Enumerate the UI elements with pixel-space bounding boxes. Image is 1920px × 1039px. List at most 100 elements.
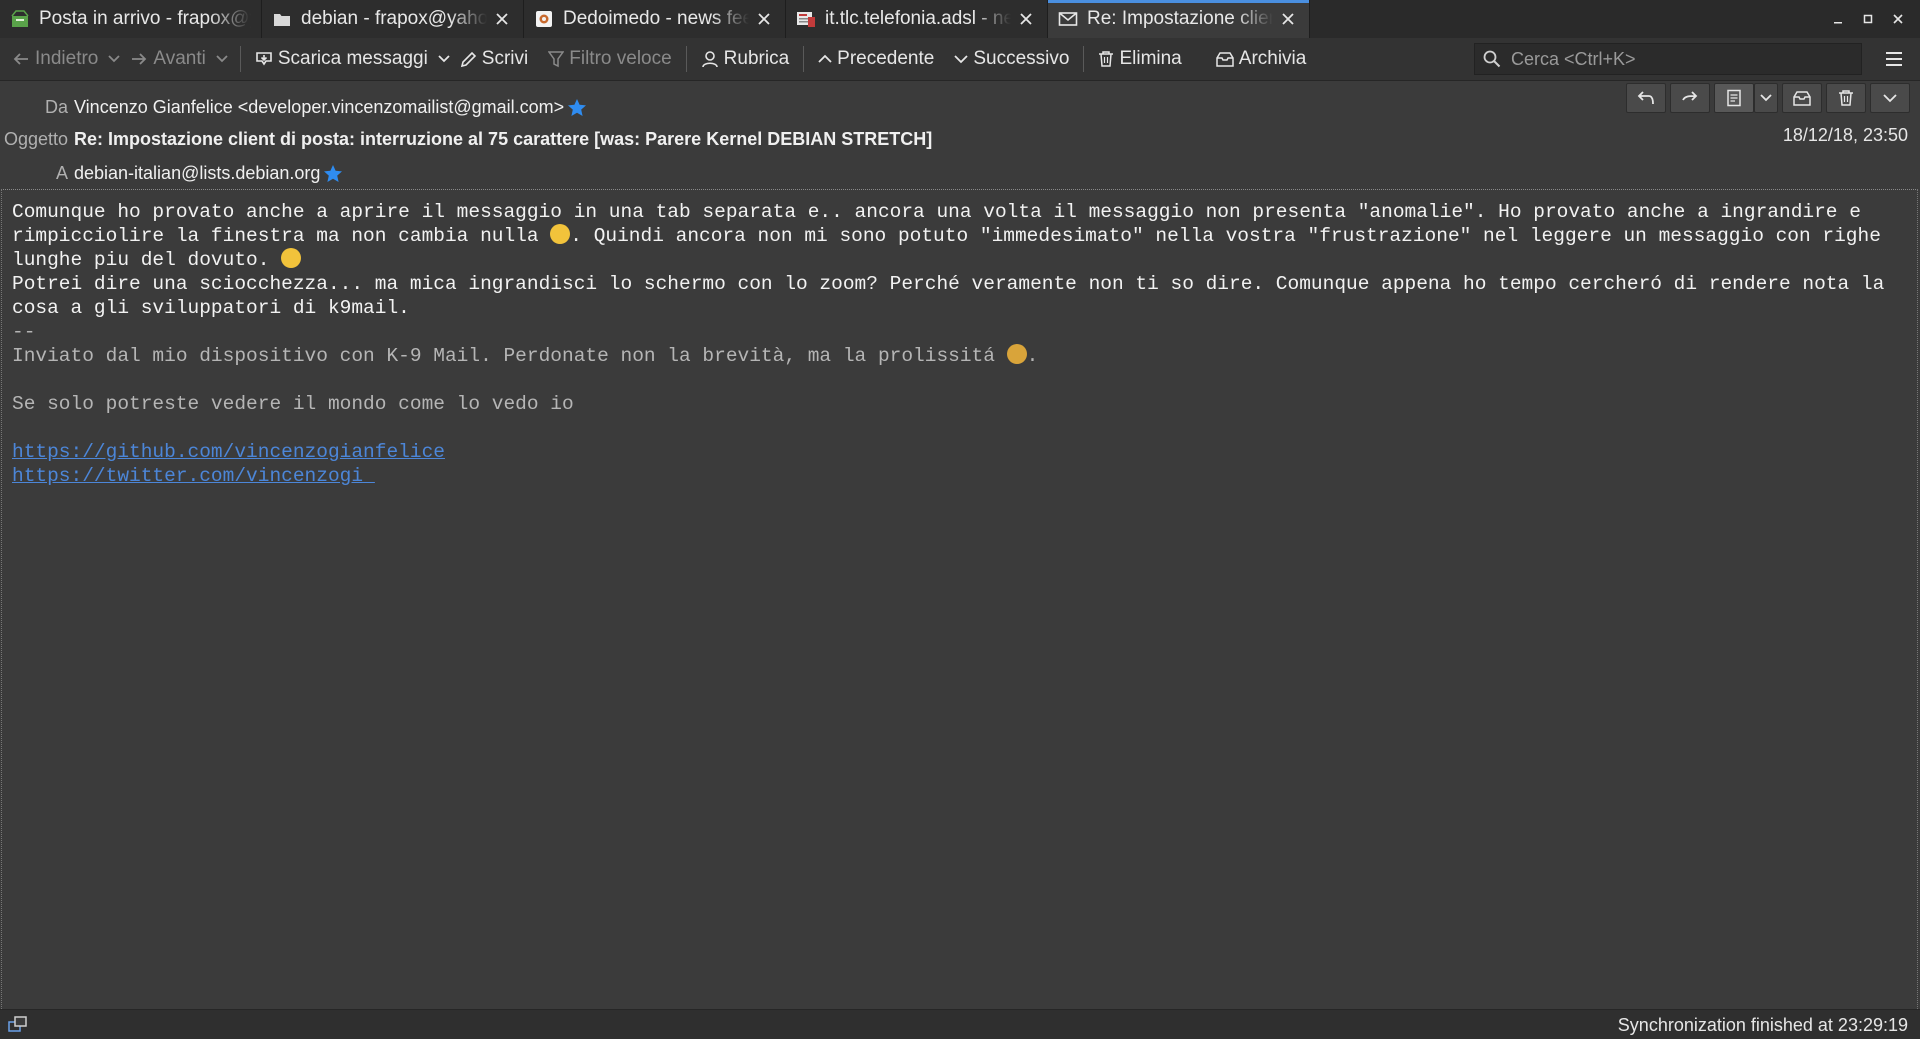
quick-filter-button[interactable]: Filtro veloce — [542, 43, 677, 75]
github-link[interactable]: https://github.com/vincenzogianfelice — [12, 441, 445, 463]
message-header: Da Vincenzo Gianfelice <developer.vincen… — [0, 81, 1920, 189]
contacts-icon — [701, 51, 718, 68]
archive-label: Archivia — [1238, 48, 1307, 69]
reply-button[interactable] — [1626, 83, 1666, 113]
maximize-icon[interactable] — [1860, 11, 1876, 27]
chevron-up-icon — [818, 54, 832, 63]
tab-inbox[interactable]: Posta in arrivo - frapox@yahoo.it — [0, 0, 262, 38]
get-messages-dropdown[interactable] — [434, 43, 454, 75]
newsgroup-icon — [796, 9, 816, 29]
status-text: Synchronization finished at 23:29:19 — [1617, 1014, 1908, 1035]
from-value[interactable]: Vincenzo Gianfelice <developer.vincenzom… — [74, 97, 564, 118]
document-icon — [1727, 89, 1741, 107]
tab-label: debian - frapox@yahoo.it — [301, 8, 487, 29]
quick-filter-label: Filtro veloce — [569, 48, 672, 69]
folder-icon — [272, 9, 292, 29]
delete-message-button[interactable] — [1826, 83, 1866, 113]
close-tab-icon[interactable] — [491, 8, 513, 30]
previous-button[interactable]: Precedente — [812, 43, 940, 75]
address-book-label: Rubrica — [723, 48, 790, 69]
to-row: A debian-italian@lists.debian.org — [0, 159, 343, 187]
archive-button[interactable]: Archivia — [1210, 43, 1313, 75]
forward-button[interactable]: Avanti — [124, 43, 211, 75]
back-label: Indietro — [35, 48, 99, 69]
close-tab-icon[interactable] — [753, 8, 775, 30]
toolbar-separator — [239, 46, 241, 72]
toolbar-separator — [803, 46, 805, 72]
trash-icon — [1839, 90, 1853, 106]
tab-label: Dedoimedo - news feed — [563, 8, 749, 29]
smiley-emoji-icon — [550, 224, 571, 244]
subject-value: Re: Impostazione client di posta: interr… — [74, 128, 933, 149]
get-messages-button[interactable]: Scarica messaggi — [249, 43, 434, 75]
archive-icon — [1793, 91, 1811, 106]
tab-bar: Posta in arrivo - frapox@yahoo.it debian… — [0, 0, 1920, 38]
to-label: A — [55, 162, 68, 183]
signature-text: . — [1026, 345, 1039, 367]
get-messages-label: Scarica messaggi — [277, 48, 428, 69]
search-icon — [1483, 50, 1501, 68]
app-menu-button[interactable] — [1880, 46, 1908, 72]
signature-quote: Se solo potreste vedere il mondo come lo… — [12, 393, 574, 415]
thinking-emoji-icon — [1006, 344, 1027, 364]
close-tab-icon[interactable] — [1277, 8, 1299, 30]
message-body[interactable]: Comunque ho provato anche a aprire il me… — [1, 189, 1918, 1009]
toolbar-separator — [1083, 46, 1085, 72]
inbox-icon — [10, 9, 30, 29]
smiley-emoji-icon — [281, 248, 302, 268]
minimize-icon[interactable] — [1830, 11, 1846, 27]
tab-label: it.tlc.telefonia.adsl - newsgroup — [825, 8, 1011, 29]
star-icon[interactable] — [323, 164, 343, 183]
signature-separator: -- — [12, 321, 36, 343]
back-button[interactable]: Indietro — [6, 43, 104, 75]
header-actions — [1626, 83, 1910, 113]
tab-debian-folder[interactable]: debian - frapox@yahoo.it — [262, 0, 524, 38]
chevron-down-icon — [954, 55, 968, 64]
subject-label: Oggetto — [3, 128, 68, 149]
tab-label: Posta in arrivo - frapox@yahoo.it — [39, 8, 251, 29]
pencil-icon — [460, 51, 476, 67]
forward-arrow-icon — [1682, 91, 1698, 101]
next-button[interactable]: Successivo — [948, 43, 1075, 75]
back-dropdown[interactable] — [104, 43, 124, 75]
reply-icon — [1637, 91, 1654, 105]
thunderbird-window: Posta in arrivo - frapox@yahoo.it debian… — [0, 0, 1920, 1039]
delete-label: Elimina — [1119, 48, 1182, 69]
forward-dropdown[interactable] — [212, 43, 232, 75]
close-window-icon[interactable] — [1890, 11, 1906, 27]
to-value[interactable]: debian-italian@lists.debian.org — [74, 163, 320, 184]
chevron-down-icon — [1760, 94, 1772, 102]
chevron-down-icon — [438, 55, 450, 63]
trash-icon — [1099, 51, 1114, 67]
search-input[interactable] — [1509, 47, 1853, 71]
chevron-down-icon — [108, 55, 121, 63]
next-label: Successivo — [973, 48, 1070, 69]
twitter-link[interactable]: https://twitter.com/vincenzogi_ — [12, 465, 375, 487]
mark-button[interactable] — [1714, 83, 1754, 113]
star-icon[interactable] — [567, 98, 587, 117]
window-controls — [1810, 0, 1920, 38]
signature-line: Inviato dal mio dispositivo con K-9 Mail… — [12, 344, 1907, 368]
forward-label: Avanti — [153, 48, 206, 69]
close-tab-icon[interactable] — [1015, 8, 1037, 30]
forward-message-button[interactable] — [1670, 83, 1710, 113]
subject-row: Oggetto Re: Impostazione client di posta… — [0, 125, 932, 153]
search-box[interactable] — [1474, 43, 1862, 75]
more-actions-button[interactable] — [1870, 83, 1910, 113]
archive-message-button[interactable] — [1782, 83, 1822, 113]
mark-dropdown[interactable] — [1754, 83, 1778, 113]
tab-newsgroup[interactable]: it.tlc.telefonia.adsl - newsgroup — [786, 0, 1048, 38]
from-row: Da Vincenzo Gianfelice <developer.vincen… — [0, 93, 587, 121]
chevron-down-icon — [1883, 93, 1897, 102]
write-button[interactable]: Scrivi — [454, 43, 534, 75]
hamburger-menu-icon — [1886, 52, 1902, 66]
signature-text: Inviato dal mio dispositivo con K-9 Mail… — [12, 345, 1007, 367]
previous-label: Precedente — [837, 48, 935, 69]
message-date: 18/12/18, 23:50 — [1782, 125, 1908, 145]
address-book-button[interactable]: Rubrica — [695, 43, 795, 75]
status-bar: Synchronization finished at 23:29:19 — [0, 1009, 1920, 1039]
online-status-icon[interactable] — [8, 1016, 28, 1039]
tab-message-active[interactable]: Re: Impostazione client di posta — [1048, 0, 1310, 38]
tab-dedoimedo-feed[interactable]: Dedoimedo - news feed — [524, 0, 786, 38]
delete-button[interactable]: Elimina — [1092, 43, 1187, 75]
